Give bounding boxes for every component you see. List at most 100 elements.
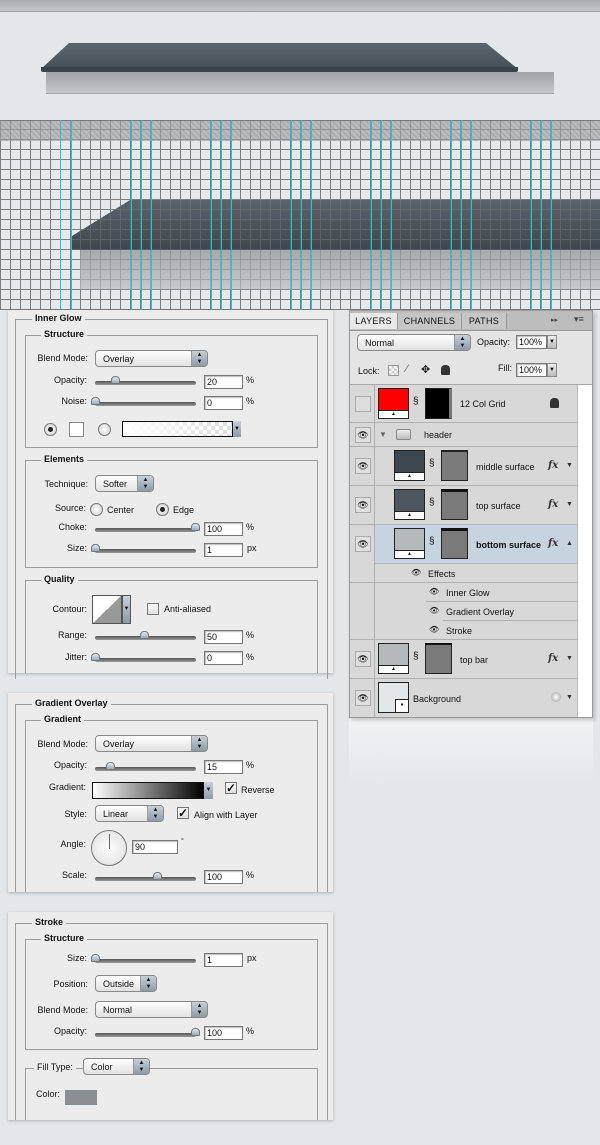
stroke-color-swatch[interactable] <box>65 1090 97 1105</box>
size-slider[interactable] <box>95 549 196 553</box>
size-input[interactable]: 1 <box>204 543 243 557</box>
jitter-slider[interactable] <box>95 658 196 662</box>
stroke-opacity-input[interactable]: 100 <box>204 1026 243 1040</box>
scale-slider[interactable] <box>95 877 196 881</box>
layer-group-header[interactable]: 👁 ▼ header <box>350 423 577 447</box>
opacity-input[interactable]: 20 <box>204 375 243 389</box>
eye-icon[interactable]: 👁 <box>355 651 371 667</box>
contour-dropdown-icon[interactable]: ▼ <box>122 595 131 624</box>
eye-icon[interactable]: 👁 <box>355 690 371 706</box>
glow-color-swatch[interactable] <box>69 422 84 437</box>
mask-link-icon[interactable]: § <box>429 458 435 469</box>
scale-slider-thumb[interactable] <box>153 872 162 880</box>
layer-row-top-surface[interactable]: 👁 ▲ § top surface fx ▼ <box>350 486 577 525</box>
layer-row-bottom-surface[interactable]: 👁 ▲ § bottom surface fx ▲ <box>350 525 577 564</box>
lock-all-icon[interactable] <box>441 365 450 375</box>
angle-input[interactable]: 90 <box>132 840 178 854</box>
reverse-checkbox[interactable]: ✓ <box>225 782 237 794</box>
fill-input[interactable]: 100% <box>516 363 547 377</box>
eye-icon[interactable]: 👁 <box>355 427 371 443</box>
technique-select[interactable]: Softer ▲ ▼ <box>95 475 154 492</box>
color-fill-radio[interactable] <box>44 423 57 436</box>
noise-slider[interactable] <box>95 402 196 406</box>
layer-name[interactable]: bottom surface <box>476 540 541 550</box>
layer-name[interactable]: top bar <box>460 655 488 665</box>
angle-dial[interactable] <box>91 830 127 866</box>
layer-effects-icon[interactable]: fx <box>548 499 558 510</box>
eye-icon[interactable]: 👁 <box>429 606 439 615</box>
scale-input[interactable]: 100 <box>204 870 243 884</box>
go-opacity-input[interactable]: 15 <box>204 760 243 774</box>
layer-row-12-col-grid[interactable]: ▲ § 12 Col Grid <box>350 385 577 423</box>
layer-opacity-input[interactable]: 100% <box>516 335 547 349</box>
gradient-dropdown-icon[interactable]: ▼ <box>233 421 241 437</box>
position-select[interactable]: Outside ▲ ▼ <box>95 975 157 992</box>
effect-inner-glow[interactable]: 👁 Inner Glow <box>350 583 577 602</box>
anti-aliased-checkbox[interactable] <box>147 603 159 615</box>
layers-scrollbar[interactable] <box>577 385 592 717</box>
mask-link-icon[interactable]: § <box>429 536 435 547</box>
gradient-picker[interactable] <box>92 782 204 799</box>
group-name[interactable]: header <box>424 430 452 440</box>
layer-name[interactable]: Background <box>413 694 461 704</box>
stroke-size-input[interactable]: 1 <box>204 953 243 967</box>
effect-stroke[interactable]: 👁 Stroke <box>350 621 577 640</box>
collapse-effects-icon[interactable]: ▲ <box>566 540 573 547</box>
source-center-radio[interactable] <box>90 503 103 516</box>
eye-icon[interactable]: 👁 <box>355 497 371 513</box>
layer-name[interactable]: top surface <box>476 501 521 511</box>
expand-effects-icon[interactable]: ▼ <box>566 501 573 508</box>
contour-picker[interactable] <box>92 595 122 624</box>
effect-gradient-overlay[interactable]: 👁 Gradient Overlay <box>350 602 577 621</box>
fill-dropdown-icon[interactable]: ▼ <box>547 363 557 377</box>
layer-row-background[interactable]: 👁 ▪ Background ▼ <box>350 679 577 718</box>
size-slider-thumb[interactable] <box>91 544 100 552</box>
noise-slider-thumb[interactable] <box>91 397 100 405</box>
panel-menu-icon[interactable]: ▾≡ <box>574 314 584 325</box>
mask-link-icon[interactable]: § <box>413 651 419 662</box>
effects-row[interactable]: 👁 Effects <box>350 564 577 583</box>
jitter-input[interactable]: 0 <box>204 651 243 665</box>
lock-pixels-brush-icon[interactable]: ⁄ <box>406 363 408 375</box>
jitter-slider-thumb[interactable] <box>91 653 100 661</box>
layer-effects-icon[interactable]: fx <box>548 653 558 664</box>
expand-effects-icon[interactable]: ▼ <box>566 462 573 469</box>
lock-transparency-icon[interactable] <box>388 365 399 376</box>
blend-mode-select[interactable]: Overlay ▲ ▼ <box>95 350 208 367</box>
layer-name[interactable]: 12 Col Grid <box>460 399 506 409</box>
glow-gradient-picker[interactable] <box>122 421 233 437</box>
layer-blend-mode-select[interactable]: Normal ▲ ▼ <box>357 334 471 351</box>
align-with-layer-checkbox[interactable]: ✓ <box>177 807 189 819</box>
tab-paths[interactable]: PATHS <box>462 313 507 329</box>
range-input[interactable]: 50 <box>204 630 243 644</box>
gradient-fill-radio[interactable] <box>98 423 111 436</box>
expand-triangle-icon[interactable]: ▼ <box>379 430 387 439</box>
mask-link-icon[interactable]: § <box>429 497 435 508</box>
gradient-dropdown-icon[interactable]: ▼ <box>204 782 213 799</box>
layer-row-top-bar[interactable]: 👁 ▲ § top bar fx ▼ <box>350 640 577 679</box>
lock-position-move-icon[interactable]: ✥ <box>421 363 430 376</box>
style-select[interactable]: Linear ▲ ▼ <box>95 805 164 822</box>
expand-effects-icon[interactable]: ▼ <box>566 655 573 662</box>
stroke-opacity-slider[interactable] <box>95 1033 196 1037</box>
choke-slider-thumb[interactable] <box>191 523 200 531</box>
stroke-size-slider[interactable] <box>95 959 196 963</box>
stroke-size-slider-thumb[interactable] <box>91 954 100 962</box>
eye-icon[interactable]: 👁 <box>429 625 439 634</box>
opacity-slider-thumb[interactable] <box>111 376 120 384</box>
choke-slider[interactable] <box>95 528 196 532</box>
visibility-toggle-empty[interactable] <box>355 396 371 412</box>
collapse-panel-icon[interactable]: ▸▸ <box>551 316 558 324</box>
stroke-blend-mode-select[interactable]: Normal ▲ ▼ <box>95 1001 208 1018</box>
mask-link-icon[interactable]: § <box>413 396 419 407</box>
layer-row-middle-surface[interactable]: 👁 ▲ § middle surface fx ▼ <box>350 447 577 486</box>
layer-effects-icon[interactable]: fx <box>548 538 558 549</box>
eye-icon[interactable]: 👁 <box>429 587 439 596</box>
stroke-opacity-slider-thumb[interactable] <box>191 1028 200 1036</box>
eye-icon[interactable]: 👁 <box>355 536 371 552</box>
range-slider-thumb[interactable] <box>140 631 149 639</box>
tab-channels[interactable]: CHANNELS <box>398 313 462 329</box>
choke-input[interactable]: 100 <box>204 522 243 536</box>
fill-type-select[interactable]: Color ▲ ▼ <box>83 1058 150 1075</box>
noise-input[interactable]: 0 <box>204 396 243 410</box>
